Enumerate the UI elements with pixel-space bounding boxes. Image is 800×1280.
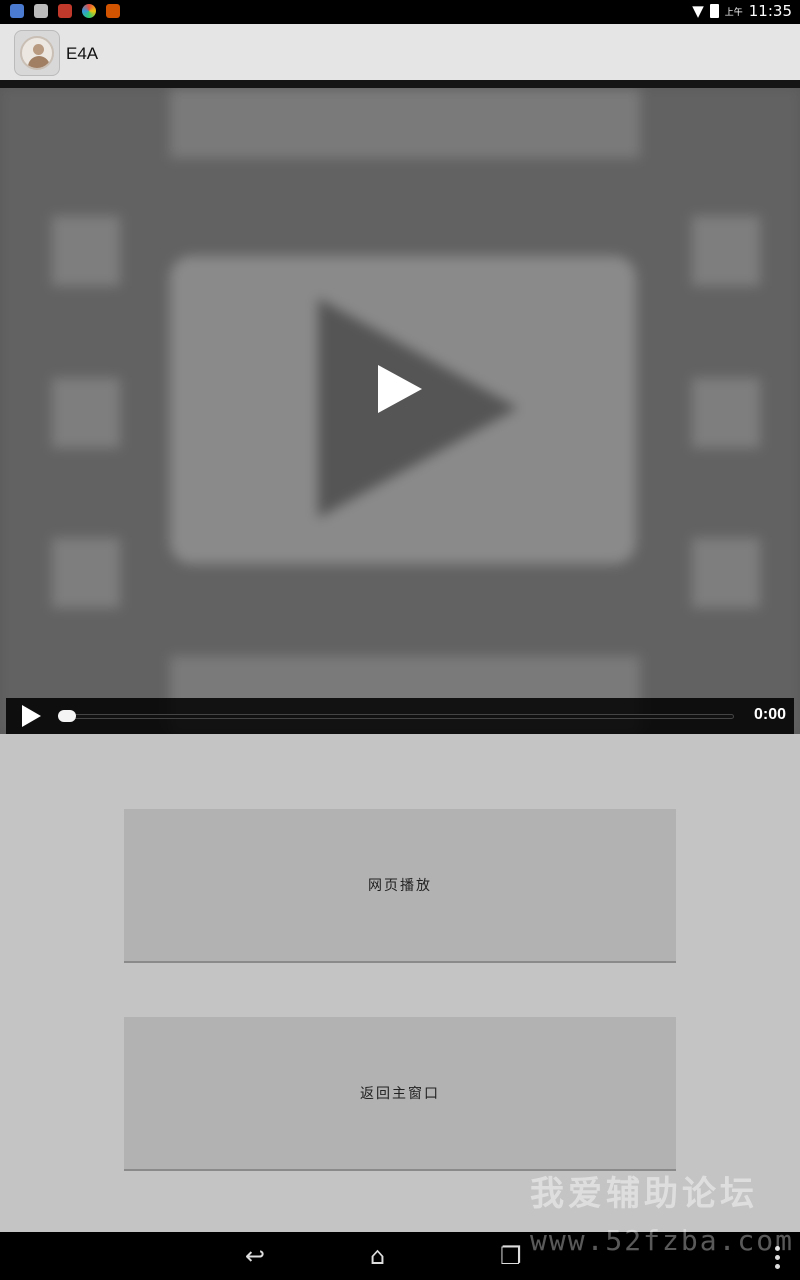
wifi-icon: ▼	[692, 2, 704, 20]
image-icon	[34, 4, 48, 18]
video-controls: 0:00	[6, 698, 794, 734]
shield-icon	[58, 4, 72, 18]
recent-apps-icon[interactable]: ❐	[500, 1244, 522, 1268]
status-right: ▼ 上午 11:35	[692, 2, 792, 20]
back-main-window-button[interactable]: 返回主窗口	[124, 1017, 676, 1171]
seek-thumb[interactable]	[58, 710, 76, 722]
status-ampm: 上午	[724, 7, 743, 18]
status-time: 11:35	[748, 2, 792, 20]
watermark-url: www.52fzba.com	[530, 1224, 795, 1257]
status-bar: ▼ 上午 11:35	[0, 0, 800, 24]
video-player[interactable]: 0:00	[0, 88, 800, 734]
shield-icon	[106, 4, 120, 18]
web-play-button[interactable]: 网页播放	[124, 809, 676, 963]
color-wheel-icon	[82, 4, 96, 18]
seek-bar[interactable]	[62, 714, 734, 719]
app-icon[interactable]	[14, 30, 60, 76]
current-time: 0:00	[753, 706, 786, 723]
divider	[0, 80, 800, 88]
avatar-icon	[20, 36, 54, 70]
shield-icon	[10, 4, 24, 18]
play-button[interactable]	[22, 705, 41, 727]
play-icon[interactable]	[378, 365, 422, 413]
app-title: E4A	[66, 44, 99, 63]
battery-icon	[709, 4, 719, 18]
title-bar: E4A	[0, 24, 800, 80]
home-icon[interactable]: ⌂	[370, 1244, 385, 1268]
back-icon[interactable]: ↩	[245, 1244, 265, 1268]
notification-icons	[10, 4, 120, 18]
watermark-title: 我爱辅助论坛	[530, 1174, 758, 1214]
